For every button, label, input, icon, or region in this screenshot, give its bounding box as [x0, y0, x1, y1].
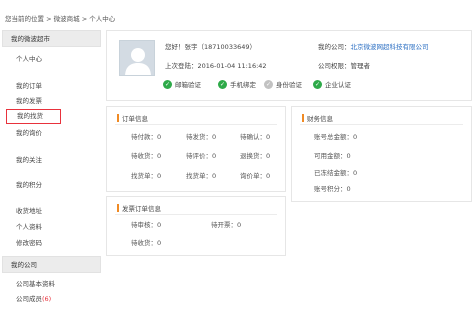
- order-stat-pending-shipment[interactable]: 待发货：0: [186, 131, 216, 141]
- order-stat-pending-review[interactable]: 待评价：0: [186, 150, 216, 160]
- sidebar-item-address[interactable]: 收货地址: [16, 206, 42, 216]
- orders-title-text: 订单信息: [122, 115, 148, 123]
- sidebar-item-points[interactable]: 我的积分: [16, 180, 42, 190]
- invoice-stat-pending-receipt[interactable]: 待收货：0: [131, 237, 161, 247]
- invoice-panel: 发票订单信息 待审核：0 待开票：0 待收货：0: [106, 196, 286, 256]
- order-stat-pending-receipt[interactable]: 待收货：0: [131, 150, 161, 160]
- invoice-title-text: 发票订单信息: [122, 205, 161, 213]
- user-silhouette-icon: [120, 41, 154, 75]
- badge-label: 企业认证: [325, 81, 351, 89]
- breadcrumb-prefix: 您当前的位置: [5, 15, 44, 23]
- company-label: 我的公司：: [318, 43, 351, 51]
- user-greeting: 您好！张宇（18710033649）: [165, 43, 256, 51]
- sidebar-item-company-members[interactable]: 公司成员(6): [16, 294, 51, 304]
- invoice-panel-title: 发票订单信息: [117, 203, 161, 213]
- sidebar: 我的微波超市 个人中心 我的订单 我的发票 我的找货 我的询价 我的关注 我的积…: [2, 30, 101, 314]
- sidebar-item-profile[interactable]: 个人资料: [16, 222, 42, 232]
- sidebar-item-personal-center[interactable]: 个人中心: [16, 54, 42, 64]
- divider: [115, 214, 277, 215]
- check-icon: ✓: [163, 79, 172, 89]
- sidebar-item-find-goods[interactable]: 我的找货: [6, 109, 61, 124]
- last-login: 上次登陆：2016-01-04 11:16:42: [165, 62, 267, 70]
- sidebar-section-mall: 我的微波超市: [2, 30, 101, 47]
- accent-bar: [302, 114, 304, 122]
- accent-bar: [117, 114, 119, 122]
- badge-email-verified: ✓ 邮箱验证: [163, 79, 201, 89]
- order-stat-inquiry[interactable]: 询价单：0: [240, 170, 270, 180]
- breadcrumb-separator: >: [81, 15, 88, 23]
- badge-identity-unverified[interactable]: ✓ 身份验证: [264, 79, 302, 89]
- finance-panel: 财务信息 账号总金额：0 可用金额：0 已冻结金额：0 账号积分：0: [291, 106, 472, 202]
- orders-panel: 订单信息 待付款：0 待发货：0 待确认：0 待收货：0 待评价：0 退换货：0…: [106, 106, 286, 192]
- sidebar-item-following[interactable]: 我的关注: [16, 155, 42, 165]
- invoice-stat-pending-review[interactable]: 待审核：0: [131, 219, 161, 229]
- divider: [115, 124, 277, 125]
- profile-card: 您好！张宇（18710033649） 上次登陆：2016-01-04 11:16…: [106, 30, 472, 101]
- badge-enterprise-verified: ✓ 企业认证: [313, 79, 351, 89]
- finance-frozen-balance: 已冻结金额：0: [314, 169, 358, 177]
- finance-title-text: 财务信息: [307, 115, 333, 123]
- breadcrumb: 您当前的位置 > 微波商城 > 个人中心: [5, 13, 115, 23]
- badge-label: 身份验证: [276, 81, 302, 89]
- sidebar-item-password[interactable]: 修改密码: [16, 238, 42, 248]
- company-members-count: (6): [42, 295, 52, 303]
- sidebar-item-invoices[interactable]: 我的发票: [16, 96, 42, 106]
- badge-phone-bound: ✓ 手机绑定: [218, 79, 256, 89]
- company-name-link[interactable]: 北京微波网超科技有限公司: [351, 43, 429, 51]
- invoice-stat-pending-issue[interactable]: 待开票：0: [211, 219, 241, 229]
- finance-panel-title: 财务信息: [302, 113, 333, 123]
- check-icon: ✓: [264, 79, 273, 89]
- avatar[interactable]: [119, 40, 155, 76]
- finance-points: 账号积分：0: [314, 185, 351, 193]
- badge-label: 邮箱验证: [175, 81, 201, 89]
- company-members-label: 公司成员: [16, 295, 42, 303]
- breadcrumb-mall-link[interactable]: 微波商城: [54, 15, 80, 23]
- finance-total-balance: 账号总金额：0: [314, 133, 358, 141]
- order-stat-pending-payment[interactable]: 待付款：0: [131, 131, 161, 141]
- company-position: 公司权限：管理者: [318, 62, 370, 70]
- order-stat-find-goods-2[interactable]: 找货单：0: [186, 170, 216, 180]
- sidebar-item-company-info[interactable]: 公司基本资料: [16, 279, 55, 289]
- company-line: 我的公司：北京微波网超科技有限公司: [318, 41, 429, 51]
- sidebar-section-company: 我的公司: [2, 256, 101, 273]
- sidebar-item-orders[interactable]: 我的订单: [16, 81, 42, 91]
- badge-label: 手机绑定: [230, 81, 256, 89]
- order-stat-returns[interactable]: 退换货：0: [240, 150, 270, 160]
- order-stat-pending-confirm[interactable]: 待确认：0: [240, 131, 270, 141]
- accent-bar: [117, 204, 119, 212]
- breadcrumb-separator: >: [46, 15, 52, 23]
- sidebar-item-inquiry[interactable]: 我的询价: [16, 128, 42, 138]
- check-icon: ✓: [313, 79, 322, 89]
- order-stat-find-goods[interactable]: 找货单：0: [131, 170, 161, 180]
- divider: [300, 124, 463, 125]
- orders-panel-title: 订单信息: [117, 113, 148, 123]
- breadcrumb-current: 个人中心: [89, 15, 116, 23]
- finance-available-balance: 可用金额：0: [314, 152, 351, 160]
- check-icon: ✓: [218, 79, 227, 89]
